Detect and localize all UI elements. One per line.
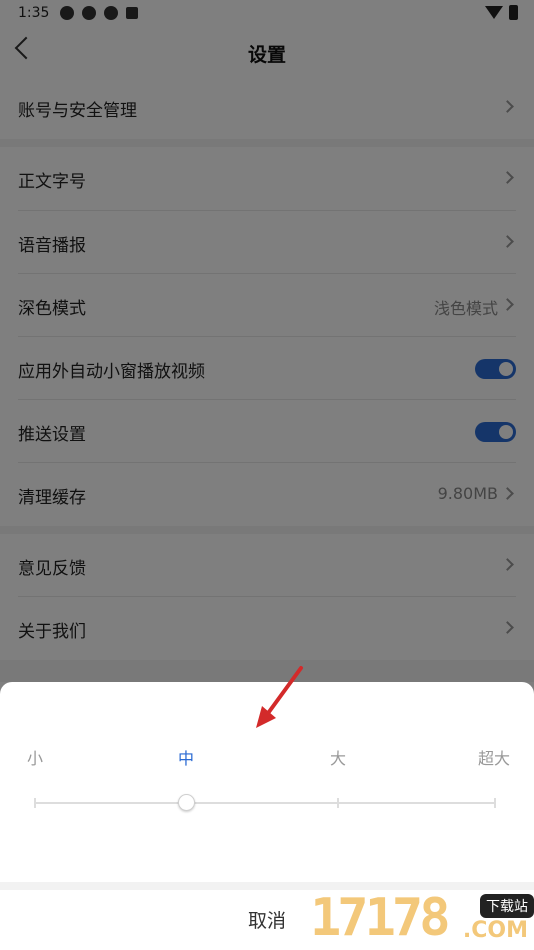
watermark-logo: 17178 下载站 .COM — [310, 888, 534, 950]
slider-tick — [494, 798, 496, 808]
font-size-slider-thumb[interactable] — [178, 794, 195, 811]
slider-tick — [337, 798, 339, 808]
font-size-option-xlarge[interactable]: 超大 — [478, 745, 510, 769]
font-size-options: 小 中 大 超大 — [0, 745, 534, 769]
font-size-option-medium[interactable]: 中 — [178, 745, 194, 769]
watermark-digits: 17178 — [310, 888, 451, 948]
watermark-tag: 下载站 — [480, 894, 534, 918]
font-size-option-small[interactable]: 小 — [27, 745, 43, 769]
watermark-suffix: .COM — [462, 918, 528, 943]
font-size-option-large[interactable]: 大 — [330, 745, 346, 769]
font-size-slider-track[interactable] — [34, 798, 496, 808]
annotation-arrow-icon — [256, 666, 303, 728]
slider-tick — [34, 798, 36, 808]
